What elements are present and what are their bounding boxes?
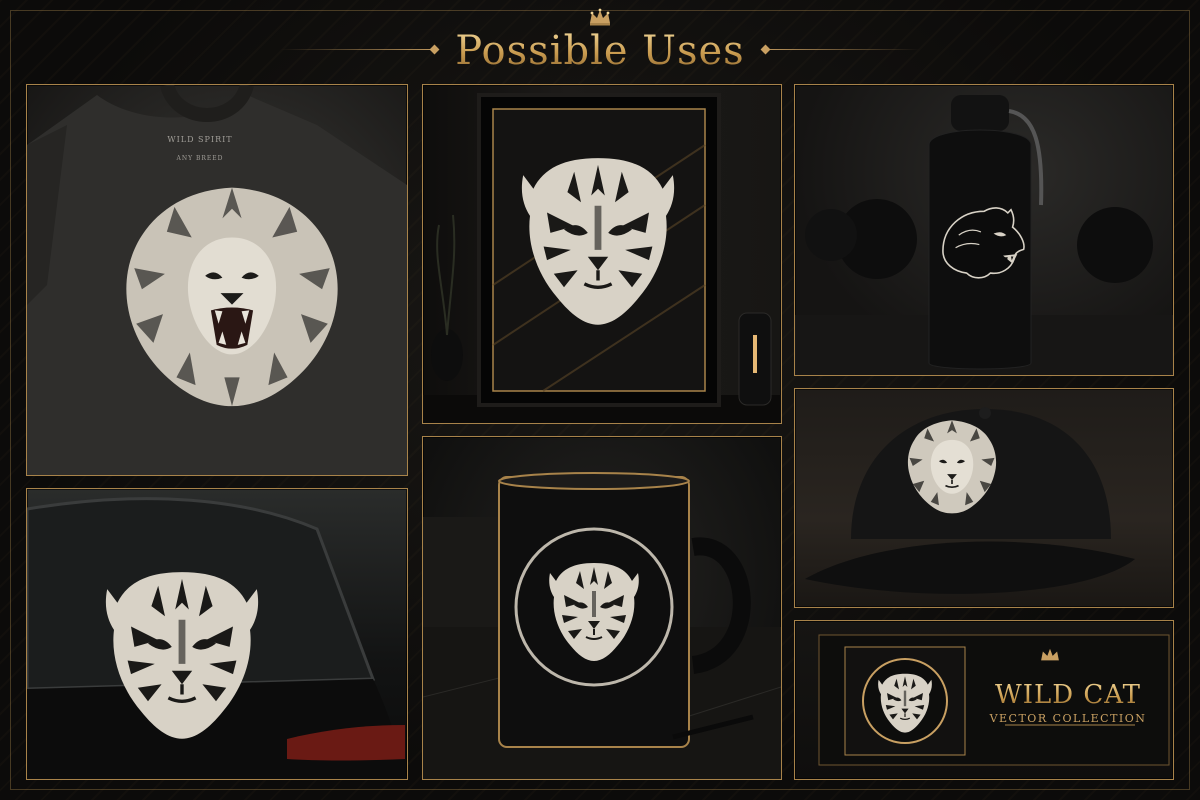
- water-bottle-mockup[interactable]: [794, 84, 1174, 376]
- tiger-head-icon: [97, 557, 267, 747]
- lion-head-icon: [903, 417, 1001, 515]
- box-title: WILD CAT: [978, 680, 1158, 710]
- box-subtitle: VECTOR COLLECTION: [989, 712, 1147, 725]
- lion-roaring-icon: [117, 180, 347, 410]
- crown-icon: [1041, 648, 1059, 661]
- mug-mockup[interactable]: [422, 436, 782, 780]
- header: Possible Uses: [0, 0, 1200, 82]
- panther-head-icon: [935, 203, 1030, 283]
- crown-icon: [590, 8, 610, 26]
- cap-mockup[interactable]: [794, 388, 1174, 608]
- tiger-head-icon: [544, 555, 644, 665]
- page-title: Possible Uses: [0, 28, 1200, 74]
- shirt-brand-subtext: ANY BREED: [176, 155, 224, 162]
- tshirt-mockup[interactable]: WILD SPIRIT ANY BREED: [26, 84, 408, 476]
- title-rule-right: [770, 49, 920, 50]
- car-decal-mockup[interactable]: [26, 488, 408, 780]
- tiger-head-icon: [513, 143, 683, 333]
- tiger-head-icon: [875, 669, 935, 735]
- framed-print-mockup[interactable]: [422, 84, 782, 424]
- shirt-brand-text: WILD SPIRIT: [167, 135, 233, 144]
